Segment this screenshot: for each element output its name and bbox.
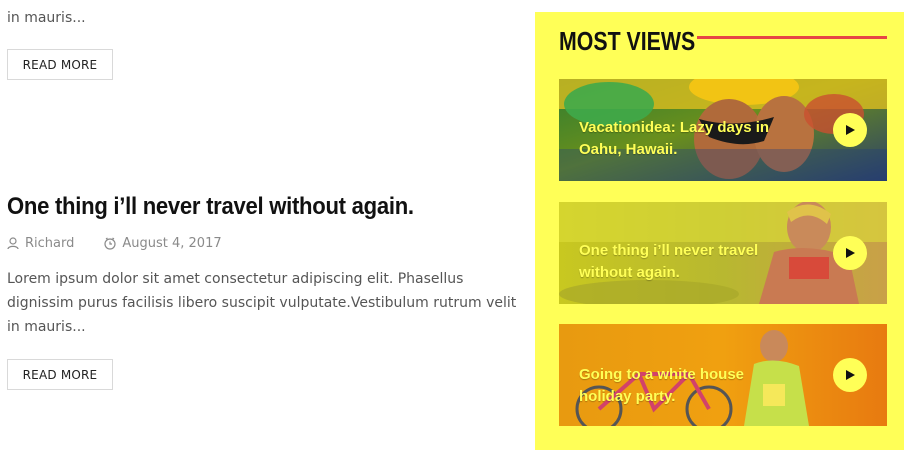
- most-views-widget: MOST VIEWS Vacationidea: Lazy days in Oa…: [535, 12, 904, 450]
- post-excerpt: Lorem ipsum dolor sit amet consectetur a…: [7, 271, 517, 335]
- post-author[interactable]: Richard: [7, 236, 74, 251]
- play-button[interactable]: [833, 113, 867, 147]
- item-title[interactable]: Vacationidea: Lazy days in Oahu, Hawaii.: [579, 117, 789, 161]
- play-icon: [846, 125, 855, 135]
- item-title[interactable]: One thing i’ll never travel without agai…: [579, 240, 789, 284]
- post-title[interactable]: One thing i’ll never travel without agai…: [7, 193, 414, 221]
- date-text: August 4, 2017: [122, 236, 222, 251]
- author-name: Richard: [25, 236, 75, 251]
- most-views-item-3[interactable]: Going to a white house holiday party.: [559, 324, 887, 426]
- play-icon: [846, 370, 855, 380]
- item-title[interactable]: Going to a white house holiday party.: [579, 364, 789, 408]
- widget-title: MOST VIEWS: [559, 26, 696, 56]
- user-icon: [7, 237, 19, 250]
- most-views-item-2[interactable]: One thing i’ll never travel without agai…: [559, 202, 887, 304]
- post-meta: Richard August 4, 2017: [7, 236, 222, 251]
- post-date: August 4, 2017: [104, 236, 222, 251]
- read-more-button[interactable]: READ MORE: [7, 359, 113, 390]
- previous-post-excerpt: in mauris...: [7, 10, 86, 26]
- most-views-item-1[interactable]: Vacationidea: Lazy days in Oahu, Hawaii.: [559, 79, 887, 181]
- play-icon: [846, 248, 855, 258]
- title-divider: [697, 36, 887, 39]
- play-button[interactable]: [833, 236, 867, 270]
- read-more-button-previous[interactable]: READ MORE: [7, 49, 113, 80]
- play-button[interactable]: [833, 358, 867, 392]
- clock-icon: [104, 237, 116, 250]
